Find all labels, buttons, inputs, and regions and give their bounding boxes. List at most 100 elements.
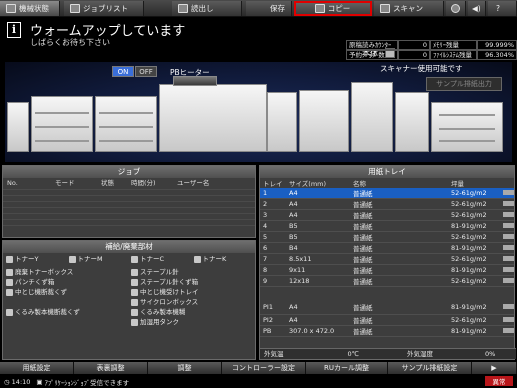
counter-value: 96.304% [477, 50, 517, 60]
tray-cell: 9 [260, 275, 286, 287]
supply-item: 中とじ機受けトレイ [131, 288, 252, 297]
column-header: 名称 [350, 178, 448, 188]
tab-job-list[interactable]: ジョブリスト [64, 1, 144, 16]
tab-recall[interactable]: 読出し [172, 1, 242, 16]
heater-toggle: ON OFF [112, 66, 157, 77]
paper-setting-button[interactable]: 用紙設定 [0, 362, 74, 374]
size-cell: A4 [286, 300, 350, 315]
front-back-adjust-button[interactable]: 表裏調整 [74, 362, 148, 374]
tray-level-icon [503, 304, 514, 310]
table-row[interactable]: 5 B5 普通紙 52-61g/m2 [260, 231, 514, 243]
recall-icon [178, 4, 188, 13]
supply-item: 中とじ機断裁くず [6, 288, 127, 297]
supply-item: トナーM [68, 255, 128, 264]
outside-humidity-value: 0% [484, 350, 496, 358]
paper-tray-table: トレイ サイズ(mm) 名称 坪量 1 A4 普通紙 52-61g/m2 2 A4 普通紙 5… [260, 178, 514, 337]
supply-list: トナーY トナーM トナーC トナーK [3, 253, 255, 266]
name-cell: 普通紙 [350, 264, 448, 276]
info-icon: i [7, 22, 21, 38]
table-row[interactable]: 9 12x18 普通紙 52-61g/m2 [260, 275, 514, 287]
time-text: 14:10 [11, 377, 31, 386]
tray-level-icon [503, 223, 514, 228]
tab-label: 機械状態 [19, 4, 49, 13]
table-row[interactable]: PB 307.0 x 472.0 普通紙 81-91g/m2 [260, 325, 514, 337]
table-row[interactable]: PI1 A4 普通紙 81-91g/m2 [260, 300, 514, 315]
tray-level-icon [503, 278, 514, 283]
column-header: ユーザー名 [177, 179, 210, 187]
sample-output-setting-button[interactable]: サンプル排紙設定 [388, 362, 472, 374]
name-cell: 普通紙 [350, 253, 448, 265]
supply-item: ステープル針くず箱 [131, 278, 252, 287]
table-row[interactable]: 3 A4 普通紙 52-61g/m2 [260, 209, 514, 221]
spacer-row [260, 287, 514, 301]
toner-icon [68, 255, 76, 263]
supply-panel: 補給/廃棄部材 トナーY トナーM トナーC トナーK 廃棄トナーボックス ステ… [2, 240, 256, 360]
table-row[interactable]: PI2 A4 普通紙 52-61g/m2 [260, 314, 514, 326]
bottom-button-bar: 用紙設定 表裏調整 調整 コントローラー設定 RUカール調整 サンプル排紙設定 … [0, 362, 517, 374]
size-cell: B4 [286, 242, 350, 254]
tab-label: ジョブリスト [83, 4, 128, 13]
weight-cell: 52-61g/m2 [448, 314, 500, 326]
weight-cell: 81-91g/m2 [448, 325, 500, 337]
column-header: 状態 [101, 179, 114, 187]
counter-label: ﾒﾓﾘｰ残量 [430, 40, 477, 50]
tray-cell: PB [260, 325, 286, 337]
tab-scan[interactable]: スキャン [374, 1, 444, 16]
table-row[interactable]: 1 A4 普通紙 52-61g/m2 [260, 188, 514, 199]
help-button[interactable]: ? [488, 1, 517, 16]
size-cell: A4 [286, 188, 350, 199]
heater-on-button[interactable]: ON [112, 66, 134, 77]
tray-cell: 7 [260, 253, 286, 265]
weight-cell: 52-61g/m2 [448, 231, 500, 243]
scanner-status-text: スキャナー使用可能です [380, 64, 463, 73]
supply-item: サイクロンボックス [131, 298, 252, 307]
table-row[interactable]: 2 A4 普通紙 52-61g/m2 [260, 198, 514, 210]
perfect-binder-unit [395, 92, 429, 152]
tab-copy[interactable]: コピー [294, 1, 372, 16]
tray-icon [131, 288, 138, 296]
ru-curl-adjust-button[interactable]: RUカール調整 [306, 362, 388, 374]
job-table-header: No. モード 状態 時間(分) ユーザー名 [3, 178, 255, 189]
supply-item: ステープル針 [131, 268, 252, 277]
name-cell: 普通紙 [350, 242, 448, 254]
table-row[interactable]: 7 8.5x11 普通紙 52-61g/m2 [260, 253, 514, 265]
panel-title: ジョブ [3, 166, 255, 178]
tab-save[interactable]: 保存 [246, 1, 292, 16]
tray-level-icon [503, 190, 514, 195]
counter-label: 予約ｼﾞｮﾌﾞ数 [346, 50, 398, 60]
weight-cell: 52-61g/m2 [448, 275, 500, 287]
supply-item: トナーC [131, 255, 190, 264]
heater-off-button[interactable]: OFF [135, 66, 157, 77]
waste-toner-icon [6, 268, 13, 276]
error-badge[interactable]: 異常 [485, 376, 513, 386]
supply-item: くるみ製本機断裁くず [6, 308, 127, 317]
settings-button[interactable] [446, 1, 466, 16]
supply-item: トナーY [6, 255, 65, 264]
panel-title: 補給/廃棄部材 [3, 241, 255, 253]
size-cell: A4 [286, 198, 350, 210]
printer-icon: ▣ [36, 377, 43, 386]
job-list-icon [70, 4, 80, 13]
tray-cell: 3 [260, 209, 286, 221]
tray-cell: 6 [260, 242, 286, 254]
table-row[interactable]: 8 9x11 普通紙 81-91g/m2 [260, 264, 514, 276]
sample-output-button[interactable]: サンプル排紙出力 [426, 77, 502, 91]
table-row[interactable]: 6 B4 普通紙 81-91g/m2 [260, 242, 514, 254]
relay-unit [267, 92, 297, 152]
tab-label: スキャン [393, 4, 423, 13]
size-cell: 9x11 [286, 264, 350, 276]
glue-icon [131, 308, 138, 316]
next-page-button[interactable]: ▶ [472, 362, 517, 374]
arrow-right-icon: ▶ [491, 364, 497, 372]
volume-button[interactable]: ◀) [468, 1, 486, 16]
tab-machine-status[interactable]: 機械状態 [0, 1, 60, 16]
job-panel: ジョブ No. モード 状態 時間(分) ユーザー名 [2, 165, 256, 238]
punch-waste-icon [6, 278, 13, 286]
table-row[interactable] [3, 225, 255, 231]
table-row[interactable]: 4 B5 普通紙 81-91g/m2 [260, 220, 514, 232]
counters-table: 原稿読みｶｳﾝﾀｰ 0 ﾒﾓﾘｰ残量 99.999% 予約ｼﾞｮﾌﾞ数 0 ﾌｧ… [346, 40, 517, 60]
stacker-unit [431, 102, 503, 152]
controller-setting-button[interactable]: コントローラー設定 [222, 362, 306, 374]
column-header: 坪量 [448, 178, 500, 188]
adjust-button[interactable]: 調整 [148, 362, 222, 374]
